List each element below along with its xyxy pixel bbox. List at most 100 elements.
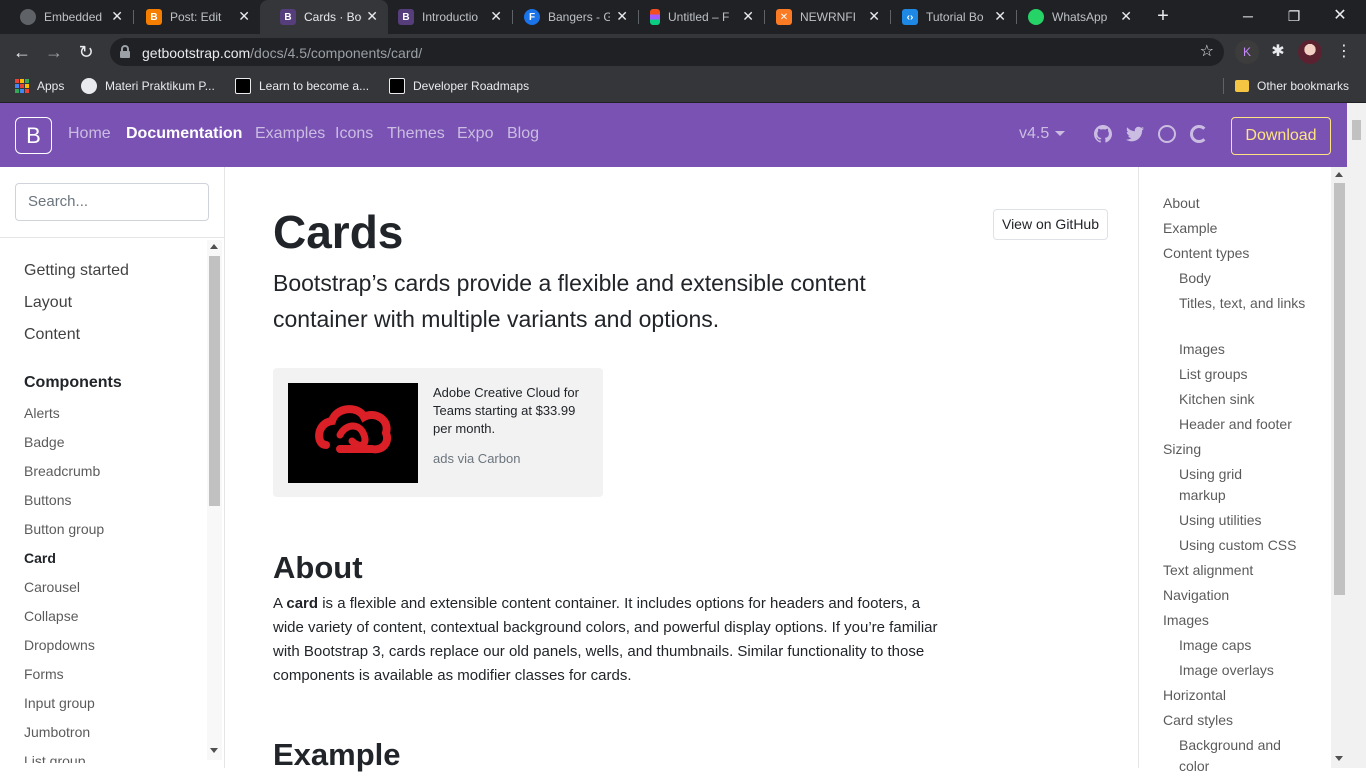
nav-examples[interactable]: Examples	[255, 125, 325, 143]
bookmark-apps[interactable]: Apps	[15, 77, 64, 95]
tab-post-edit[interactable]: B Post: Edit ✕	[126, 0, 260, 34]
version-dropdown[interactable]: v4.5	[1019, 125, 1066, 143]
sidebar-item-button-group[interactable]: Button group	[24, 521, 104, 537]
reload-button[interactable]: ↻	[74, 40, 98, 64]
view-on-github-button[interactable]: View on GitHub	[993, 209, 1108, 240]
slack-icon[interactable]	[1158, 125, 1176, 143]
toc-link[interactable]: Kitchen sink	[1179, 389, 1309, 410]
toc-link[interactable]: Example	[1163, 218, 1217, 239]
close-icon[interactable]: ✕	[238, 9, 250, 23]
sidebar-item-dropdowns[interactable]: Dropdowns	[24, 637, 95, 653]
sidebar-scrollbar[interactable]	[207, 240, 222, 760]
toc-link[interactable]: Background and color	[1179, 735, 1299, 777]
toc-link[interactable]: Using utilities	[1179, 510, 1309, 531]
new-tab-button[interactable]: +	[1153, 6, 1173, 26]
close-icon[interactable]: ✕	[111, 9, 123, 23]
ad-powered-by[interactable]: ads via Carbon	[433, 451, 520, 466]
scroll-down-icon[interactable]	[1335, 756, 1343, 761]
opencollective-icon[interactable]	[1190, 125, 1208, 143]
toc-link[interactable]: Images	[1179, 339, 1309, 360]
profile-avatar[interactable]	[1298, 40, 1322, 64]
sidebar-group-components[interactable]: Components	[24, 374, 122, 392]
extensions-puzzle-icon[interactable]: ✱	[1266, 40, 1290, 64]
scrollbar-thumb[interactable]	[1334, 183, 1345, 595]
nav-documentation[interactable]: Documentation	[126, 125, 242, 143]
github-icon[interactable]	[1094, 125, 1112, 143]
twitter-icon[interactable]	[1126, 125, 1144, 143]
toc-link[interactable]: About	[1163, 193, 1200, 214]
search-input[interactable]: Search...	[15, 183, 209, 221]
sidebar-group-layout[interactable]: Layout	[24, 294, 72, 312]
toc-link[interactable]: Card styles	[1163, 710, 1233, 731]
sidebar-item-list-group[interactable]: List group	[24, 753, 85, 763]
bootstrap-logo[interactable]: B	[15, 117, 52, 154]
close-icon[interactable]: ✕	[616, 9, 628, 23]
bookmark-materi[interactable]: Materi Praktikum P...	[81, 77, 215, 95]
back-button[interactable]: ←	[10, 40, 34, 64]
nav-expo[interactable]: Expo	[457, 125, 493, 143]
close-icon[interactable]: ✕	[994, 9, 1006, 23]
toc-link[interactable]: Content types	[1163, 243, 1249, 264]
toc-link[interactable]: Horizontal	[1163, 685, 1226, 706]
ad-image[interactable]	[288, 383, 418, 483]
toc-link[interactable]: Images	[1163, 610, 1209, 631]
sidebar-item-forms[interactable]: Forms	[24, 666, 64, 682]
close-icon[interactable]: ✕	[366, 9, 378, 23]
sidebar-item-alerts[interactable]: Alerts	[24, 405, 60, 421]
scrollbar-thumb[interactable]	[1352, 120, 1361, 140]
toc-link[interactable]: Body	[1179, 268, 1309, 289]
toc-link[interactable]: Using grid markup	[1179, 464, 1279, 506]
scroll-down-icon[interactable]	[210, 748, 218, 753]
toc-link[interactable]: Text alignment	[1163, 560, 1253, 581]
sidebar-item-carousel[interactable]: Carousel	[24, 579, 80, 595]
extension-k-icon[interactable]: K	[1235, 40, 1259, 64]
close-icon[interactable]: ✕	[1120, 9, 1132, 23]
toc-link[interactable]: Navigation	[1163, 585, 1229, 606]
nav-home[interactable]: Home	[68, 125, 111, 143]
tab-embedded[interactable]: Embedded ✕	[0, 0, 133, 34]
bookmark-roadmaps[interactable]: Developer Roadmaps	[389, 77, 529, 95]
tab-bangers[interactable]: F Bangers - G ✕	[504, 0, 638, 34]
nav-themes[interactable]: Themes	[387, 125, 445, 143]
nav-icons[interactable]: Icons	[335, 125, 373, 143]
carbon-ad[interactable]: Adobe Creative Cloud for Teams starting …	[273, 368, 603, 497]
bookmark-other[interactable]: Other bookmarks	[1235, 77, 1349, 95]
sidebar-item-buttons[interactable]: Buttons	[24, 492, 71, 508]
toc-scrollbar[interactable]	[1331, 167, 1348, 768]
tab-tutorial[interactable]: ‹› Tutorial Bo ✕	[882, 0, 1016, 34]
sidebar-item-badge[interactable]: Badge	[24, 434, 64, 450]
tab-introduction[interactable]: B Introductio ✕	[378, 0, 512, 34]
close-icon[interactable]: ✕	[742, 9, 754, 23]
page-scrollbar[interactable]	[1347, 103, 1366, 768]
toc-link[interactable]: Image overlays	[1179, 660, 1309, 681]
sidebar-group-getting-started[interactable]: Getting started	[24, 262, 129, 280]
scroll-up-icon[interactable]	[210, 244, 218, 249]
toc-link[interactable]: Titles, text, and links	[1179, 293, 1309, 314]
address-bar[interactable]: getbootstrap.com/docs/4.5/components/car…	[110, 38, 1224, 66]
toc-link[interactable]: List groups	[1179, 364, 1309, 385]
restore-button[interactable]: ❐	[1282, 4, 1306, 28]
sidebar-item-card[interactable]: Card	[24, 550, 56, 566]
tab-figma[interactable]: Untitled – F ✕	[630, 0, 764, 34]
toc-link[interactable]: Using custom CSS	[1179, 535, 1329, 556]
sidebar-item-breadcrumb[interactable]: Breadcrumb	[24, 463, 100, 479]
menu-kebab-icon[interactable]: ⋮	[1332, 40, 1356, 64]
toc-link[interactable]: Header and footer	[1179, 414, 1329, 435]
scrollbar-thumb[interactable]	[209, 256, 220, 506]
ad-text[interactable]: Adobe Creative Cloud for Teams starting …	[433, 384, 593, 438]
bookmark-learn[interactable]: Learn to become a...	[235, 77, 369, 95]
toc-link[interactable]: Sizing	[1163, 439, 1201, 460]
tab-whatsapp[interactable]: WhatsApp ✕	[1008, 0, 1142, 34]
sidebar-item-jumbotron[interactable]: Jumbotron	[24, 724, 90, 740]
toc-link[interactable]: Image caps	[1179, 635, 1309, 656]
sidebar-group-content[interactable]: Content	[24, 326, 80, 344]
nav-blog[interactable]: Blog	[507, 125, 539, 143]
close-icon[interactable]: ✕	[490, 9, 502, 23]
tab-cards-active[interactable]: B Cards · Boo ✕	[260, 0, 388, 34]
sidebar-item-input-group[interactable]: Input group	[24, 695, 95, 711]
scroll-up-icon[interactable]	[1335, 172, 1343, 177]
bookmark-star-icon[interactable]: ☆	[1200, 41, 1214, 61]
tab-newrnfi[interactable]: ✕ NEWRNFI ✕	[756, 0, 890, 34]
close-icon[interactable]: ✕	[868, 9, 880, 23]
minimize-button[interactable]: ─	[1236, 4, 1260, 28]
